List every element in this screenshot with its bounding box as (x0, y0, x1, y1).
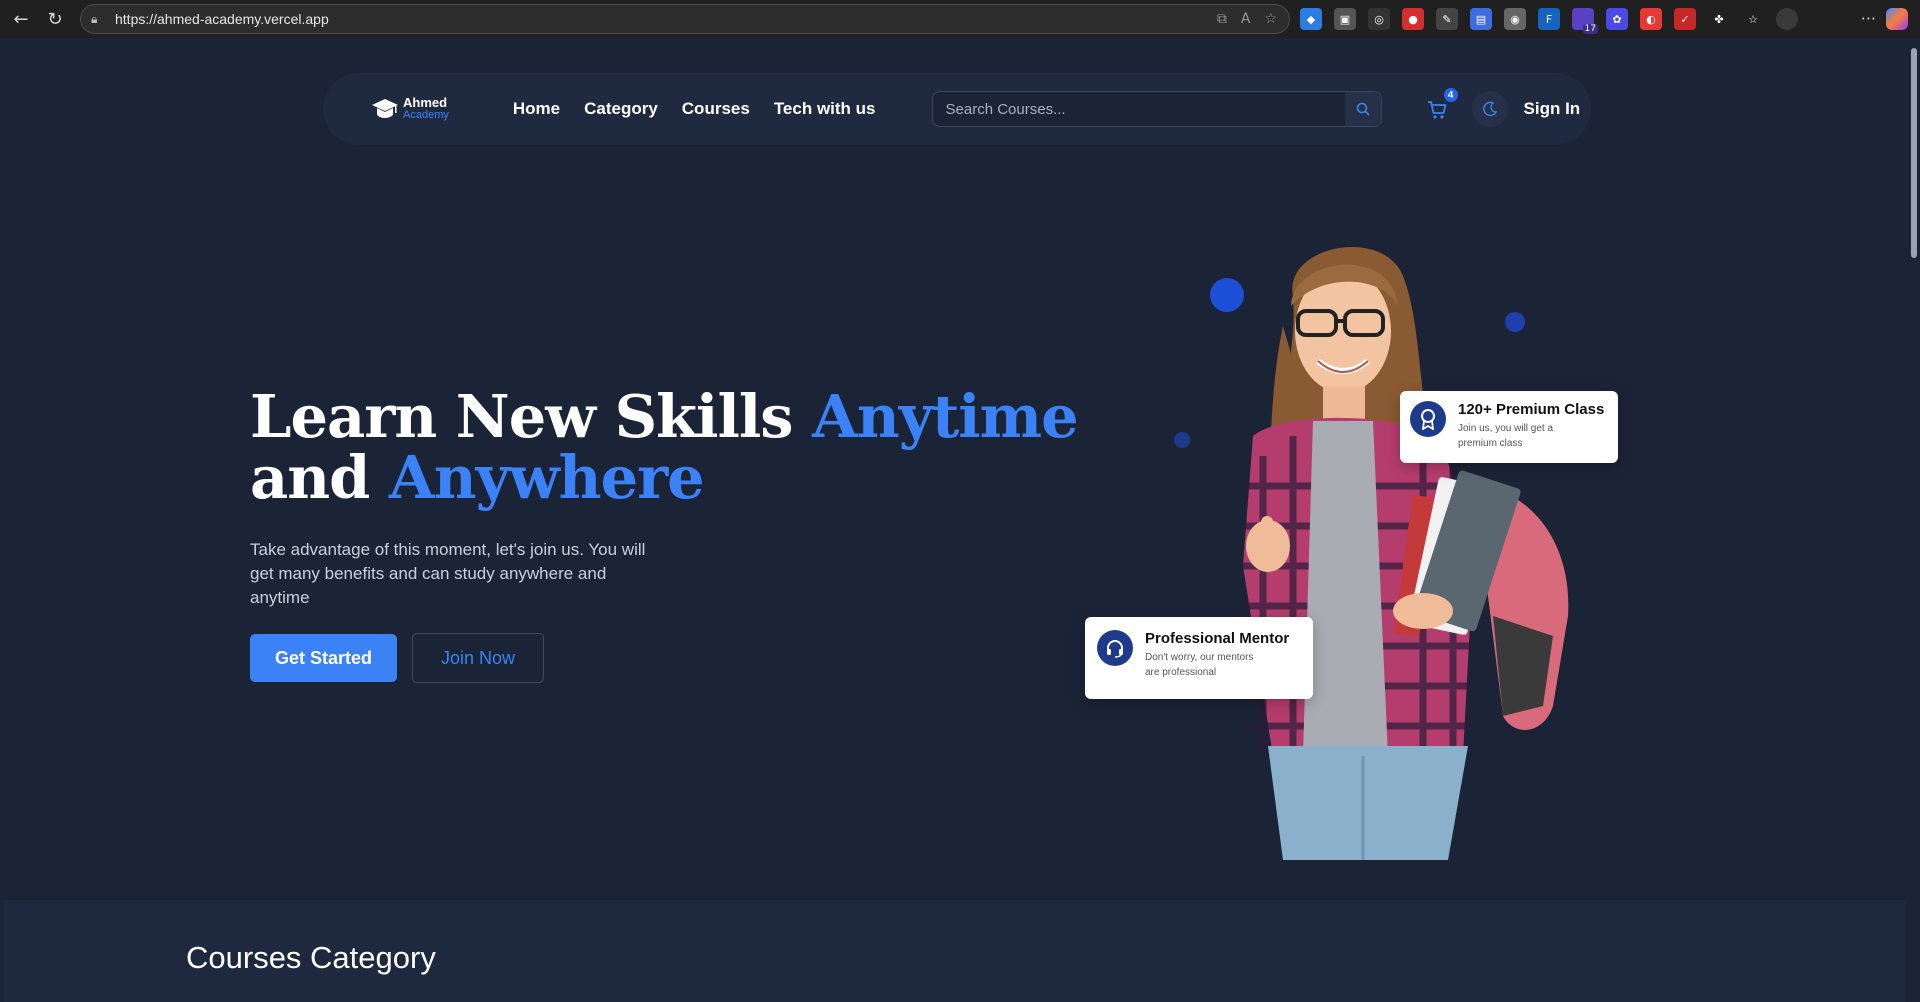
extension-icon[interactable]: ◆ (1300, 8, 1322, 30)
sign-in-link[interactable]: Sign In (1524, 99, 1581, 119)
join-now-button[interactable]: Join Now (412, 633, 544, 683)
premium-class-title: 120+ Premium Class (1458, 401, 1605, 418)
open-app-icon[interactable]: ⧉ (1217, 11, 1227, 27)
hero-title-accent: Anytime (812, 382, 1079, 451)
hero-title: Learn New Skills Anytime and Anywhere (250, 386, 1079, 508)
cart-icon (1427, 101, 1446, 119)
extensions-bar: ◆ ▣ ◎ ● ✎ ▤ ◉ F 17 ✿ ◐ ✓ ✤ ☆ (1300, 6, 1798, 34)
extension-badge: 17 (1582, 24, 1598, 34)
extension-icon[interactable]: ✓ (1674, 8, 1696, 30)
favorites-icon[interactable]: ☆ (1742, 8, 1764, 30)
graduation-cap-icon (371, 97, 399, 121)
scrollbar-thumb[interactable] (1911, 48, 1917, 258)
copilot-icon[interactable] (1886, 8, 1908, 30)
headset-icon (1097, 630, 1133, 666)
theme-toggle-button[interactable] (1471, 91, 1508, 127)
extension-icon[interactable]: ◐ (1640, 8, 1662, 30)
site-navbar: Ahmed Academy Home Category Courses Tech… (323, 73, 1591, 145)
moon-icon (1482, 101, 1497, 117)
extension-icon[interactable]: F (1538, 8, 1560, 30)
profile-avatar[interactable] (1776, 8, 1798, 30)
web-page: Ahmed Academy Home Category Courses Tech… (3, 38, 1906, 1002)
lock-icon: 🔒︎ (91, 12, 98, 26)
cart-count-badge: 4 (1443, 88, 1458, 102)
extension-icon[interactable]: ▣ (1334, 8, 1356, 30)
extension-icon[interactable]: ● (1402, 8, 1424, 30)
logo-subname: Academy (403, 109, 449, 121)
professional-mentor-title: Professional Mentor (1145, 630, 1290, 647)
nav-link-home[interactable]: Home (513, 99, 560, 119)
extension-icon[interactable]: 17 (1572, 8, 1598, 34)
search-button[interactable] (1344, 92, 1381, 126)
extensions-puzzle-icon[interactable]: ✤ (1708, 8, 1730, 30)
nav-link-category[interactable]: Category (584, 99, 658, 119)
site-logo[interactable]: Ahmed Academy (371, 95, 449, 121)
more-menu-icon[interactable]: ··· (1861, 9, 1876, 28)
hero-title-accent: Anywhere (388, 443, 705, 512)
reload-icon[interactable]: ↻ (42, 6, 68, 32)
premium-class-subtitle: premium class (1458, 438, 1523, 449)
logo-name: Ahmed (403, 95, 448, 110)
search-box (931, 91, 1382, 127)
search-icon (1356, 102, 1370, 116)
hero-title-text: Learn New Skills (250, 382, 813, 451)
cart-button[interactable]: 4 (1426, 88, 1458, 122)
address-bar[interactable]: 🔒︎ https://ahmed-academy.vercel.app ⧉ A … (80, 4, 1290, 34)
extension-icon[interactable]: ✿ (1606, 8, 1628, 30)
search-input[interactable] (932, 100, 1333, 118)
page-scrollbar[interactable] (1908, 38, 1920, 1002)
hero-title-text: and (250, 443, 389, 512)
premium-class-subtitle: Join us, you will get a (1458, 423, 1554, 434)
section-title: Courses Category (186, 940, 436, 975)
read-aloud-icon[interactable]: A (1241, 11, 1251, 27)
nav-links: Home Category Courses Tech with us (513, 99, 876, 119)
back-icon[interactable]: ← (8, 6, 34, 32)
nav-link-courses[interactable]: Courses (682, 99, 750, 119)
nav-link-tech-with-us[interactable]: Tech with us (774, 99, 876, 119)
award-icon (1410, 401, 1446, 437)
hero-description: Take advantage of this moment, let's joi… (250, 540, 646, 607)
courses-category-section: Courses Category (3, 900, 1906, 1002)
favorite-star-icon[interactable]: ☆ (1264, 11, 1277, 27)
student-illustration (1243, 247, 1569, 860)
get-started-button[interactable]: Get Started (250, 634, 397, 682)
professional-mentor-subtitle: are professional (1145, 667, 1217, 678)
extension-icon[interactable]: ◉ (1504, 8, 1526, 30)
premium-class-card: 120+ Premium Class Join us, you will get… (1400, 391, 1618, 463)
extension-icon[interactable]: ✎ (1436, 8, 1458, 30)
browser-toolbar: ← ↻ 🔒︎ https://ahmed-academy.vercel.app … (0, 0, 1920, 38)
url-text[interactable]: https://ahmed-academy.vercel.app (115, 11, 329, 27)
extension-icon[interactable]: ▤ (1470, 8, 1492, 30)
professional-mentor-subtitle: Don't worry, our mentors (1145, 652, 1254, 663)
extension-icon[interactable]: ◎ (1368, 8, 1390, 30)
professional-mentor-card: Professional Mentor Don't worry, our men… (1085, 617, 1313, 699)
